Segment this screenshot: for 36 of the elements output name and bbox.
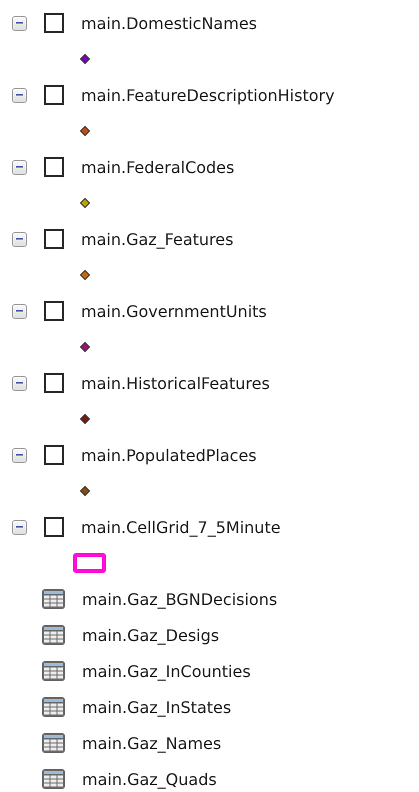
layer-checkbox[interactable] [44,85,64,105]
table-icon [41,768,66,790]
collapse-toggle[interactable] [12,376,27,390]
collapse-toggle[interactable] [12,160,27,174]
layer-checkbox[interactable] [44,517,64,537]
collapse-toggle[interactable] [12,232,27,246]
layer-name[interactable]: main.HistoricalFeatures [81,374,270,392]
layer-checkbox[interactable] [44,13,64,33]
collapse-toggle[interactable] [12,520,27,534]
layer-name[interactable]: main.CellGrid_7_5Minute [81,518,281,536]
layer-checkbox[interactable] [44,445,64,465]
table-name[interactable]: main.Gaz_BGNDecisions [82,590,278,608]
layer-checkbox[interactable] [44,373,64,393]
layer-name[interactable]: main.FederalCodes [81,158,234,176]
collapse-toggle[interactable] [12,16,27,30]
layer-name[interactable]: main.FeatureDescriptionHistory [81,86,335,104]
table-name[interactable]: main.Gaz_Names [82,734,222,752]
table-name[interactable]: main.Gaz_Desigs [82,626,220,644]
table-icon [41,588,66,610]
layer-checkbox[interactable] [44,229,64,249]
layer-name[interactable]: main.DomesticNames [81,14,257,32]
collapse-toggle[interactable] [12,88,27,102]
table-icon [41,660,66,682]
table-icon [41,732,66,754]
collapse-toggle[interactable] [12,304,27,318]
table-name[interactable]: main.Gaz_InStates [82,698,232,716]
collapse-toggle[interactable] [12,448,27,462]
table-name[interactable]: main.Gaz_InCounties [82,662,251,680]
layer-name[interactable]: main.PopulatedPlaces [81,446,257,464]
table-name[interactable]: main.Gaz_Quads [82,770,217,788]
layer-name[interactable]: main.GovernmentUnits [81,302,267,320]
table-icon [41,624,66,646]
layer-checkbox[interactable] [44,157,64,177]
layer-checkbox[interactable] [44,301,64,321]
layer-name[interactable]: main.Gaz_Features [81,230,234,248]
table-icon [41,696,66,718]
